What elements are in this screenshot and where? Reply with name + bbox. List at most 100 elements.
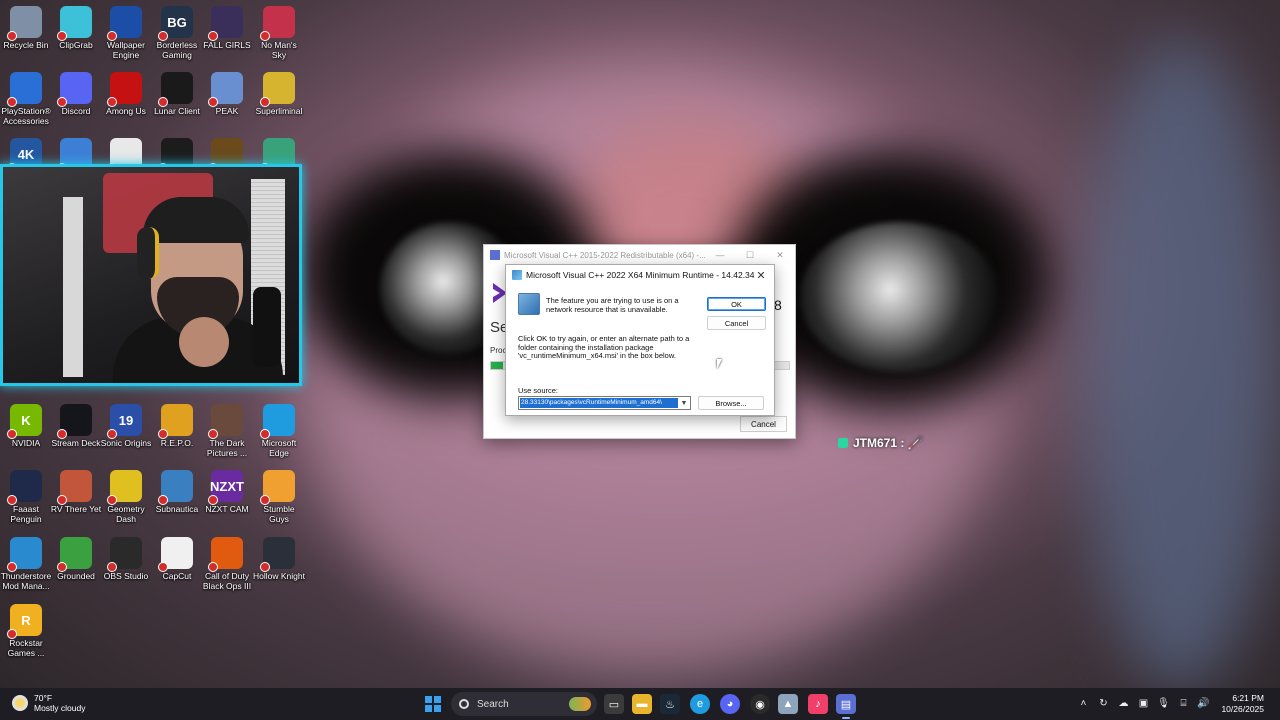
use-source-combobox[interactable]: 28.33130\packages\vcRuntimeMinimum_amd64… [518,396,691,410]
desktop-icon[interactable]: Among Us [100,72,152,116]
outer-title-bar: Microsoft Visual C++ 2015-2022 Redistrib… [484,245,795,265]
cancel-button[interactable]: Cancel [707,316,766,330]
image-viewer-icon[interactable]: ▲ [778,694,798,714]
app-tray-icon[interactable]: ▣ [1136,697,1150,711]
desktop-icon[interactable]: Superliminal [253,72,305,116]
cloud-icon[interactable]: ☁ [1116,697,1130,711]
browse-button[interactable]: Browse... [698,396,764,410]
file-explorer-icon[interactable]: ▬ [632,694,652,714]
volume-icon[interactable]: 🔊 [1196,697,1210,711]
chevron-up-icon[interactable]: ˄ [1076,697,1090,711]
desktop-icon[interactable]: OBS Studio [100,537,152,581]
desktop-icon-label: Subnautica [155,504,199,514]
webcam-overlay [0,164,302,386]
error-badge-icon [107,495,117,505]
desktop-icon[interactable]: FALL GIRLS [201,6,253,50]
no-mans-sky-icon [260,6,295,41]
desktop-icon[interactable]: BG Borderless Gaming [151,6,203,60]
use-source-value[interactable]: 28.33130\packages\vcRuntimeMinimum_amd64… [520,398,678,408]
outer-cancel-button[interactable]: Cancel [740,416,787,432]
lunar-client-icon [158,72,193,107]
desktop-icon[interactable]: No Man's Sky [253,6,305,60]
borderless-gaming-icon: BG [158,6,193,41]
edge-icon [260,404,295,439]
error-badge-icon [7,97,17,107]
start-button-icon[interactable] [425,696,441,712]
desktop-icon-label: NVIDIA [11,438,41,448]
desktop-icon[interactable]: Stream Deck [50,404,102,448]
desktop-icon[interactable]: Faaast Penguin [0,470,52,524]
obs-taskbar-icon[interactable]: ◉ [750,694,770,714]
microphone-icon[interactable]: 🎙 [1156,697,1170,711]
edge-taskbar-icon[interactable]: e [690,694,710,714]
installer-app-icon [490,250,500,260]
desktop-icon[interactable]: Call of Duty Black Ops III [201,537,253,591]
music-icon[interactable]: ♪ [808,694,828,714]
desktop-icon[interactable]: Wallpaper Engine [100,6,152,60]
desktop-icon[interactable]: Thunderstore Mod Mana... [0,537,52,591]
recycle-bin-icon [7,6,42,41]
desktop-icon-glyph: NZXT [210,478,244,494]
error-badge-icon [57,97,67,107]
weather-temp: 70°F [34,693,53,703]
error-badge-icon [7,31,17,41]
desktop-icon[interactable]: CapCut [151,537,203,581]
desktop-icon-label: Sonic Origins [100,438,152,448]
weather-widget[interactable]: 70°F Mostly cloudy [12,693,86,713]
desktop-icon[interactable]: Grounded [50,537,102,581]
error-badge-icon [208,562,218,572]
desktop-icon[interactable]: R Rockstar Games ... [0,604,52,658]
faaast-penguin-icon [7,470,42,505]
desktop-icon[interactable]: Hollow Knight [253,537,305,581]
error-badge-icon [260,97,270,107]
desktop-icon-glyph: R [21,612,31,628]
desktop-icon[interactable]: R.E.P.O. [151,404,203,448]
error-badge-icon [57,31,67,41]
desktop-icon[interactable]: Subnautica [151,470,203,514]
desktop-icon-label: Stumble Guys [263,504,295,524]
rockstar-games-icon: R [7,604,42,639]
desktop-icon[interactable]: Microsoft Edge [253,404,305,458]
desktop-icon[interactable]: NZXT NZXT CAM [201,470,253,514]
desktop-icon[interactable]: Stumble Guys [253,470,305,524]
desktop-icon[interactable]: Discord [50,72,102,116]
desktop-icon[interactable]: PEAK [201,72,253,116]
ok-button[interactable]: OK [707,297,766,311]
desktop-icon[interactable]: Lunar Client [151,72,203,116]
desktop-icon[interactable]: Geometry Dash [100,470,152,524]
desktop-icon[interactable]: K NVIDIA [0,404,52,448]
discord-icon [57,72,92,107]
sync-icon[interactable]: ↻ [1096,697,1110,711]
desktop-icon[interactable]: PlayStation® Accessories [0,72,52,126]
error-badge-icon [208,495,218,505]
taskbar-search[interactable]: Search [451,692,597,716]
inner-window-title: Microsoft Visual C++ 2022 X64 Minimum Ru… [526,270,754,280]
desktop-icon[interactable]: 19 Sonic Origins [100,404,152,448]
desktop-icon-label: Faaast Penguin [10,504,42,524]
playstation-accessories-icon [7,72,42,107]
chevron-down-icon[interactable]: ▼ [678,400,690,407]
error-badge-icon [260,31,270,41]
desktop-icon[interactable]: The Dark Pictures ... [201,404,253,458]
maximize-button[interactable]: ☐ [735,250,765,261]
minimize-button[interactable]: — [705,250,735,260]
close-button[interactable]: ✕ [765,250,795,261]
steam-icon[interactable]: ♨ [660,694,680,714]
outer-version-digit: 8 [774,297,782,313]
task-view-icon[interactable]: ▭ [604,694,624,714]
inner-close-button[interactable]: ✕ [754,269,768,282]
desktop-icon-label: Lunar Client [154,106,200,116]
discord-taskbar-icon[interactable]: ◕ [720,694,740,714]
network-icon[interactable]: ⌸ [1176,697,1190,711]
desktop-icon[interactable]: Recycle Bin [0,6,52,50]
outer-progress-label: Proc [490,346,507,355]
system-tray: ˄ ↻ ☁ ▣ 🎙 ⌸ 🔊 6:21 PM 10/26/2025 [1073,688,1280,720]
clipgrab-icon [57,6,92,41]
error-badge-icon [158,495,168,505]
desktop-icon[interactable]: ClipGrab [50,6,102,50]
taskbar: 70°F Mostly cloudy Search ▭ ▬ ♨ e ◕ ◉ ▲ … [0,688,1280,720]
desktop-icon[interactable]: RV There Yet [50,470,102,514]
rv-there-yet-icon [57,470,92,505]
installer-taskbar-icon[interactable]: ▤ [836,694,856,719]
clock[interactable]: 6:21 PM 10/26/2025 [1221,693,1264,715]
